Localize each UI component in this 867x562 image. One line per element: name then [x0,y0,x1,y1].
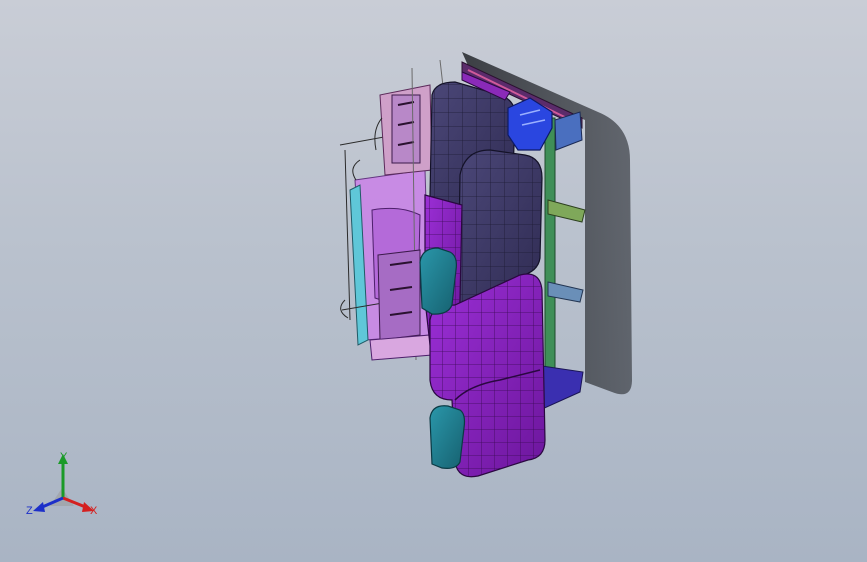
x-axis-label: X [90,505,98,517]
seat-assembly-model[interactable] [0,0,867,562]
z-axis-label: Z [26,505,33,517]
orientation-triad[interactable]: Y Z X [22,448,106,524]
teal-trim-upper [419,247,457,315]
graphics-viewport[interactable]: Y Z X [0,0,867,562]
y-axis-label: Y [60,451,68,463]
teal-trim-lower [429,405,466,469]
